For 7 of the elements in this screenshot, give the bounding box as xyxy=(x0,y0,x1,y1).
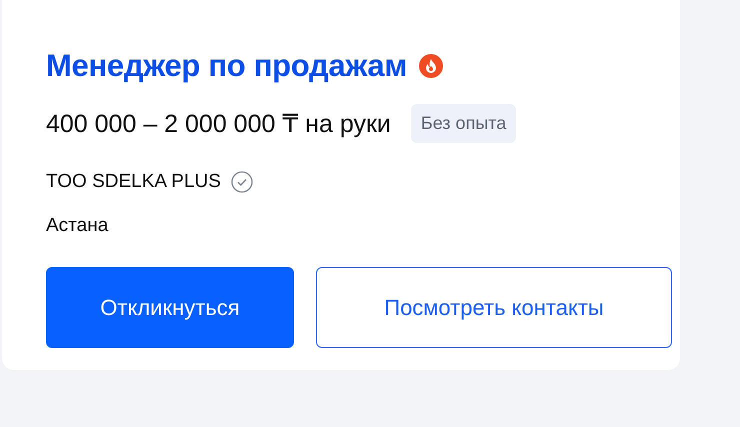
contacts-button[interactable]: Посмотреть контакты xyxy=(316,267,672,348)
company-name[interactable]: TOO SDELKA PLUS xyxy=(46,171,221,193)
respond-button[interactable]: Откликнуться xyxy=(46,267,294,348)
vacancy-title[interactable]: Менеджер по продажам xyxy=(46,48,407,84)
city: Астана xyxy=(46,215,110,237)
salary: 400 000 – 2 000 000 ₸ на руки xyxy=(46,108,391,138)
experience-badge: Без опыта xyxy=(410,104,516,143)
